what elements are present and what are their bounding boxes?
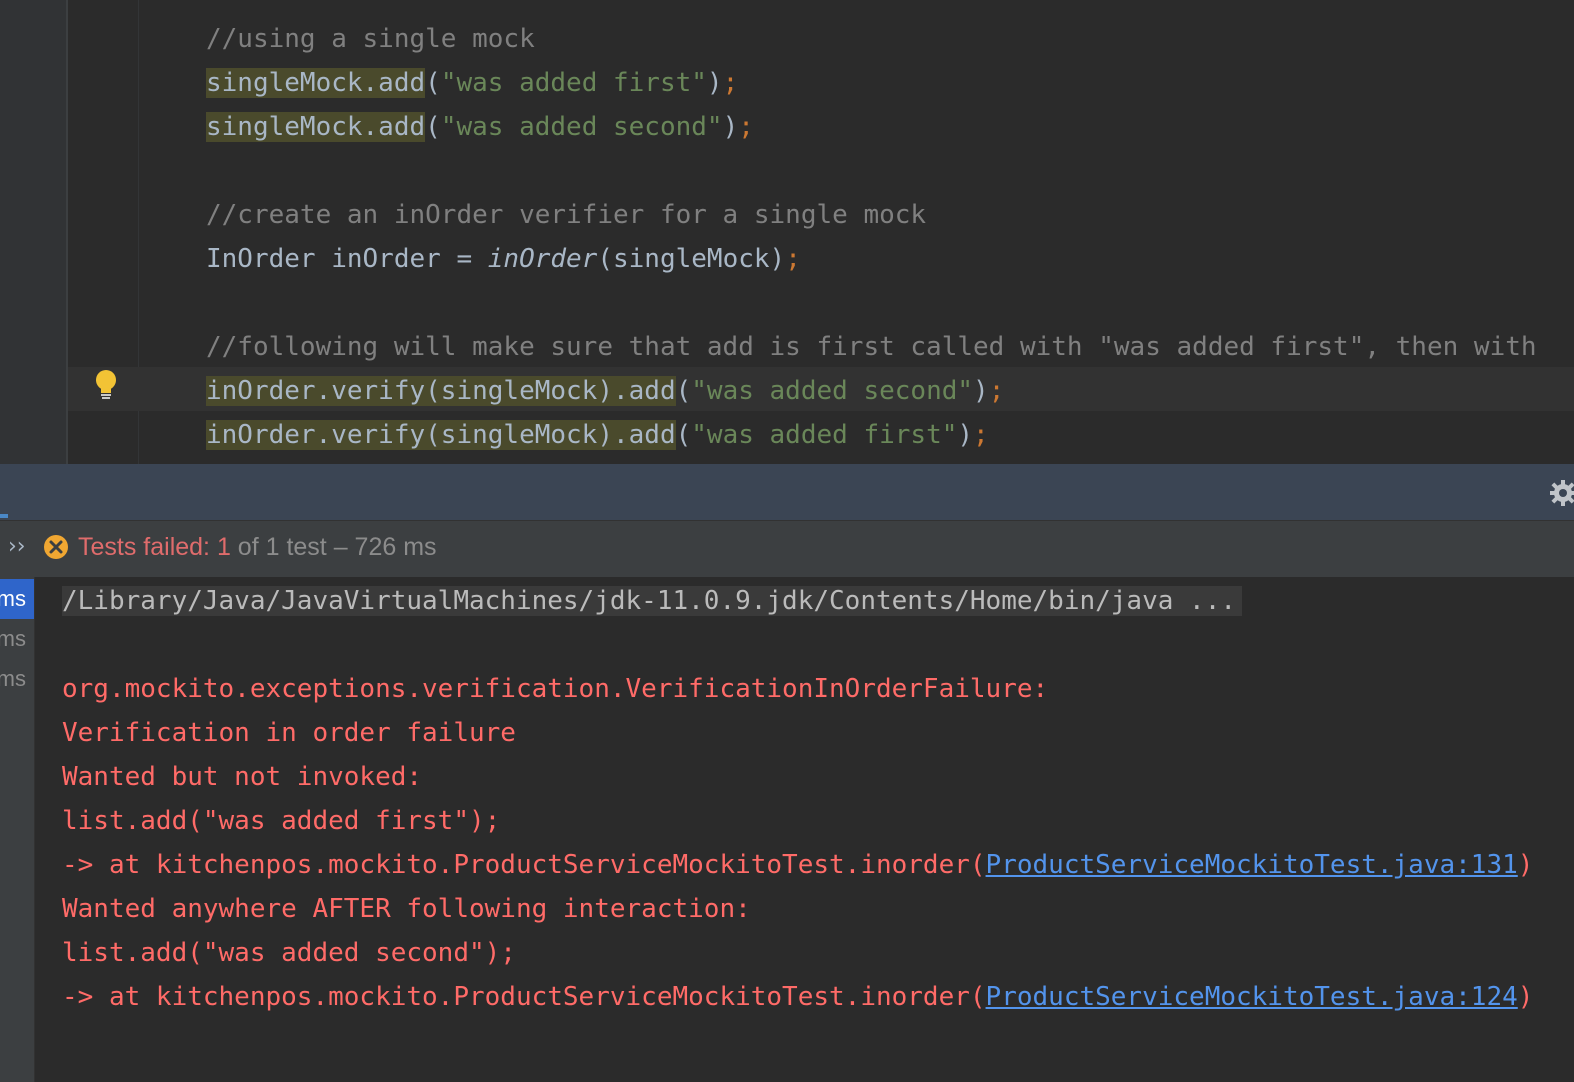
console-text: org.mockito.exceptions.verification.Veri… — [62, 674, 1049, 704]
run-tool-window-header[interactable] — [0, 464, 1574, 520]
test-status-text: Tests failed: 1 of 1 test – 726 ms — [78, 530, 437, 564]
console-output[interactable]: /Library/Java/JavaVirtualMachines/jdk-11… — [36, 577, 1574, 1082]
code-token: "was added first" — [440, 68, 707, 98]
code-token: //create an inOrder verifier for a singl… — [206, 200, 927, 230]
console-line: -> at kitchenpos.mockito.ProductServiceM… — [62, 975, 1533, 1019]
console-command-line: /Library/Java/JavaVirtualMachines/jdk-11… — [62, 579, 1242, 623]
console-text: list.add("was added second"); — [62, 938, 516, 968]
code-editor[interactable]: //using a single mock singleMock.add("was… — [0, 0, 1574, 464]
code-token: InOrder inOrder = — [206, 244, 488, 274]
code-line[interactable]: singleMock.add("was added first"); — [206, 61, 738, 105]
code-line[interactable]: //following will make sure that add is f… — [206, 325, 1537, 369]
code-token: inOrder — [487, 244, 598, 274]
code-line[interactable]: InOrder inOrder = inOrder(singleMock); — [206, 237, 801, 281]
console-text: Verification in order failure — [62, 718, 516, 748]
code-token: "was added first" — [691, 420, 958, 450]
console-text: Wanted anywhere AFTER following interact… — [62, 894, 751, 924]
status-prefix: Tests failed: — [78, 533, 217, 561]
source-link[interactable]: ProductServiceMockitoTest.java:131 — [986, 850, 1518, 880]
code-token: //following will make sure that add is f… — [206, 332, 1537, 362]
failed-count: 1 — [216, 533, 231, 561]
console-text: ) — [1517, 850, 1534, 880]
console-line: Verification in order failure — [62, 711, 516, 755]
code-token: (singleMock) — [597, 244, 786, 274]
editor-gutter[interactable] — [0, 0, 66, 464]
code-token: ) — [973, 376, 989, 406]
code-token: inOrder.verify(singleMock).add — [206, 420, 676, 450]
code-line[interactable]: singleMock.add("was added second"); — [206, 105, 754, 149]
console-text: list.add("was added first"); — [62, 806, 501, 836]
code-token: "was added second" — [691, 376, 974, 406]
code-token: ( — [425, 112, 441, 142]
active-tab-indicator — [0, 514, 8, 518]
test-failed-icon — [44, 535, 68, 559]
console-text: -> at kitchenpos.mockito.ProductServiceM… — [62, 982, 986, 1012]
test-tree-item[interactable]: ms — [0, 579, 34, 619]
code-token: ) — [957, 420, 974, 450]
code-token: ) — [722, 112, 739, 142]
console-line: list.add("was added first"); — [62, 799, 500, 843]
java-command[interactable]: /Library/Java/JavaVirtualMachines/jdk-11… — [62, 586, 1242, 616]
console-line: Wanted but not invoked: — [62, 755, 422, 799]
test-tree-item[interactable]: ms — [0, 659, 34, 699]
expand-chevron-icon[interactable]: ›› — [8, 532, 26, 562]
code-line[interactable]: //using a single mock — [206, 17, 535, 61]
code-token: ( — [675, 376, 692, 406]
status-suffix: of 1 test – 726 ms — [230, 533, 437, 561]
lightbulb-icon[interactable] — [92, 368, 120, 402]
console-line: -> at kitchenpos.mockito.ProductServiceM… — [62, 843, 1533, 887]
console-text: -> at kitchenpos.mockito.ProductServiceM… — [62, 850, 986, 880]
code-token: ( — [425, 68, 441, 98]
code-token: ; — [738, 112, 754, 142]
test-tree-item[interactable]: ms — [0, 619, 34, 659]
code-line[interactable]: //create an inOrder verifier for a singl… — [206, 193, 926, 237]
code-token: singleMock.add — [206, 68, 426, 98]
code-token: ; — [722, 68, 739, 98]
gear-icon[interactable] — [1548, 478, 1574, 508]
code-line[interactable]: inOrder.verify(singleMock).add("was adde… — [206, 413, 989, 457]
code-token: "was added second" — [440, 112, 723, 142]
code-token: inOrder.verify(singleMock).add — [206, 376, 676, 406]
console-line: Wanted anywhere AFTER following interact… — [62, 887, 751, 931]
source-link[interactable]: ProductServiceMockitoTest.java:124 — [986, 982, 1518, 1012]
code-token: ( — [675, 420, 692, 450]
code-token: ; — [988, 376, 1005, 406]
console-line: org.mockito.exceptions.verification.Veri… — [62, 667, 1048, 711]
console-text: Wanted but not invoked: — [62, 762, 423, 792]
code-line[interactable]: inOrder.verify(singleMock).add("was adde… — [206, 369, 1004, 413]
test-tree-pane[interactable]: ms ms ms — [0, 577, 35, 1082]
code-token: singleMock.add — [206, 112, 426, 142]
console-line: list.add("was added second"); — [62, 931, 516, 975]
console-text: ) — [1517, 982, 1534, 1012]
code-token: //using a single mock — [206, 24, 535, 54]
code-token: ; — [973, 420, 989, 450]
code-token: ; — [785, 244, 801, 274]
code-token: ) — [706, 68, 723, 98]
